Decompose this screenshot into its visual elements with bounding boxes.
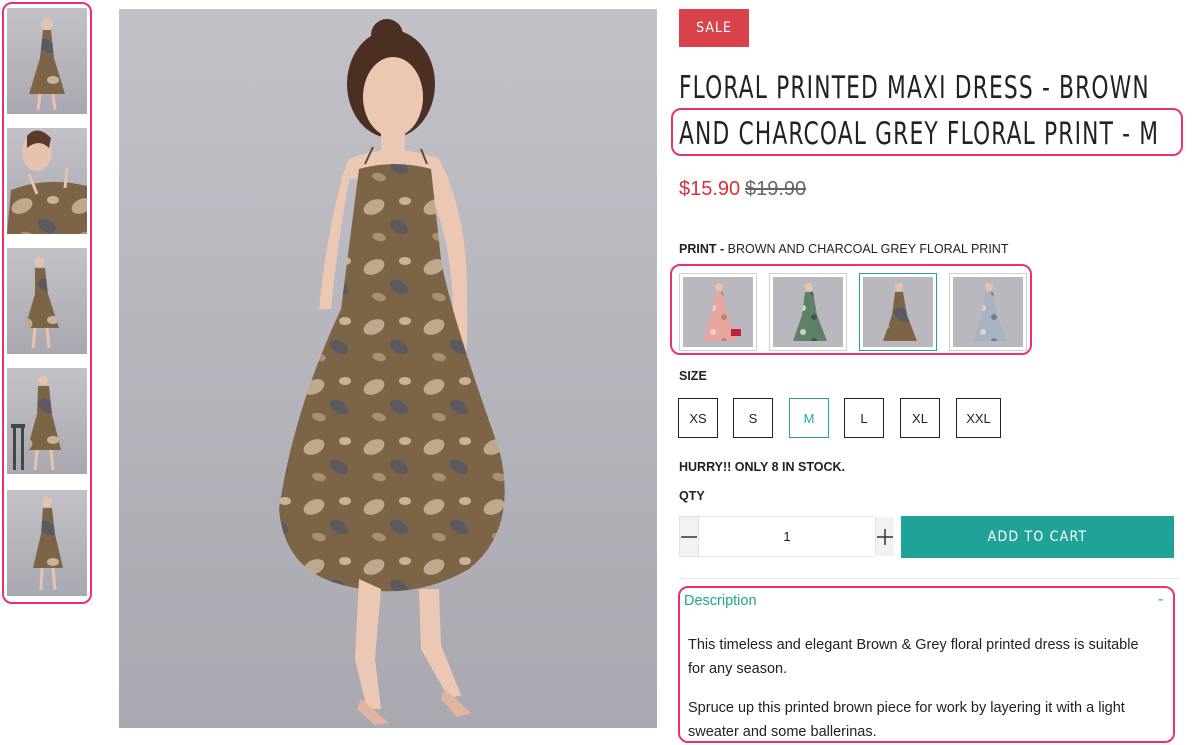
print-swatch-blue[interactable] xyxy=(949,273,1027,351)
print-swatch-pink[interactable] xyxy=(679,273,757,351)
quantity-stepper xyxy=(679,516,894,557)
print-option-label: PRINT - BROWN AND CHARCOAL GREY FLORAL P… xyxy=(679,242,1008,256)
thumbnail-3[interactable] xyxy=(7,248,87,354)
thumbnail-1-image xyxy=(7,8,87,114)
quantity-input[interactable] xyxy=(698,517,876,556)
description-paragraph-2: Spruce up this printed brown piece for w… xyxy=(688,700,1125,740)
thumbnail-5-image xyxy=(7,490,87,596)
sale-price: $15.90 xyxy=(679,178,741,200)
print-swatch-brown-selected[interactable] xyxy=(859,273,937,351)
thumbnail-3-image xyxy=(7,248,87,354)
size-option-label: SIZE xyxy=(679,369,707,383)
product-title-line-2: AND CHARCOAL GREY FLORAL PRINT - M xyxy=(679,116,1160,152)
description-toggle[interactable]: Description xyxy=(684,593,757,609)
sale-badge: SALE xyxy=(679,9,749,47)
thumbnail-2[interactable] xyxy=(7,128,87,234)
model-photo xyxy=(119,9,657,728)
minus-icon xyxy=(681,535,697,538)
product-title-line-1: FLORAL PRINTED MAXI DRESS - BROWN xyxy=(679,70,1150,106)
description-paragraph-1: This timeless and elegant Brown & Grey f… xyxy=(688,637,1139,677)
main-product-image[interactable] xyxy=(119,9,657,728)
thumbnail-4[interactable] xyxy=(7,368,87,474)
quantity-increase-button[interactable] xyxy=(876,517,894,556)
quantity-label: QTY xyxy=(679,489,705,503)
print-option-name: PRINT - xyxy=(679,242,725,256)
compare-at-price: $19.90 xyxy=(745,178,807,200)
print-swatch-brown-image xyxy=(863,277,933,347)
thumbnail-4-image xyxy=(7,368,87,474)
thumbnail-5[interactable] xyxy=(7,490,87,596)
size-button-m-selected[interactable]: M xyxy=(789,398,829,438)
print-swatch-blue-image xyxy=(953,277,1023,347)
size-button-xxl[interactable]: XXL xyxy=(956,398,1001,438)
thumbnail-2-image xyxy=(7,128,87,234)
print-swatch-green[interactable] xyxy=(769,273,847,351)
size-button-xl[interactable]: XL xyxy=(900,398,940,438)
plus-icon xyxy=(877,528,893,545)
add-to-cart-button[interactable]: ADD TO CART xyxy=(901,516,1174,558)
section-divider xyxy=(679,578,1179,579)
stock-warning: HURRY!! ONLY 8 IN STOCK. xyxy=(679,460,845,474)
size-button-xs[interactable]: XS xyxy=(678,398,718,438)
thumbnail-1[interactable] xyxy=(7,8,87,114)
size-button-s[interactable]: S xyxy=(733,398,773,438)
print-swatch-green-image xyxy=(773,277,843,347)
print-swatch-pink-image xyxy=(683,277,753,347)
size-button-l[interactable]: L xyxy=(844,398,884,438)
print-option-value: BROWN AND CHARCOAL GREY FLORAL PRINT xyxy=(727,242,1009,256)
description-collapse-icon[interactable]: - xyxy=(1158,591,1163,609)
quantity-decrease-button[interactable] xyxy=(680,517,698,556)
